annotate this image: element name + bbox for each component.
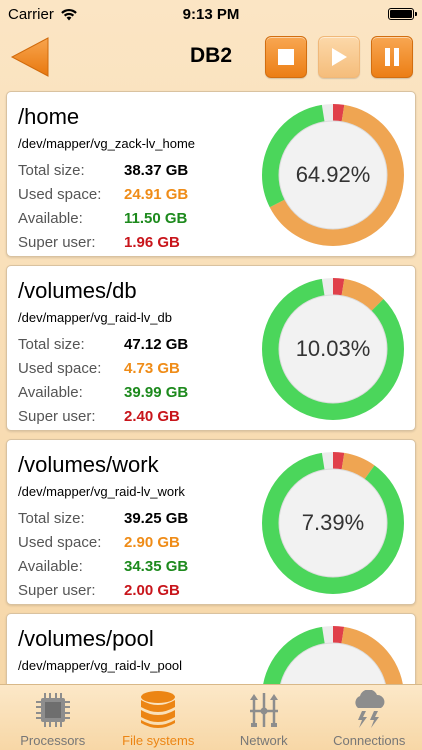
back-button[interactable] — [10, 36, 50, 78]
super-user-space-value: 2.00 GB — [124, 582, 180, 599]
connections-icon — [349, 690, 389, 730]
tab-processors[interactable]: Processors — [0, 685, 106, 750]
device-path: /dev/mapper/vg_raid-lv_work — [18, 484, 185, 499]
processor-icon — [33, 690, 73, 730]
usage-gauge — [260, 624, 406, 684]
filesystem-card[interactable]: /home/dev/mapper/vg_zack-lv_home Total si… — [6, 91, 416, 257]
mount-point: /volumes/pool — [18, 626, 154, 651]
super-user-space-label: Super user: — [18, 582, 96, 599]
used-space-value: 4.73 GB — [124, 360, 180, 377]
total-size-row: Total size: 39.25 GB — [18, 510, 188, 527]
used-space-label: Used space: — [18, 360, 102, 377]
available-space-row: Available: 34.35 GB — [18, 558, 188, 575]
mount-point: /volumes/db — [18, 278, 137, 303]
tab-network-label: Network — [239, 733, 288, 748]
used-space-row: Used space: 4.73 GB — [18, 360, 180, 377]
mount-point: /home — [18, 104, 80, 129]
tab-file-systems[interactable]: File systems — [106, 685, 212, 750]
available-space-row: Available: 39.99 GB — [18, 384, 188, 401]
usage-gauge: 64.92% — [260, 102, 406, 248]
total-size-row: Total size: 47.12 GB — [18, 336, 188, 353]
status-left: Carrier — [8, 6, 78, 23]
play-button[interactable] — [318, 36, 360, 78]
network-icon — [244, 690, 284, 730]
stop-button[interactable] — [265, 36, 307, 78]
usage-gauge: 7.39% — [260, 450, 406, 596]
super-user-space-label: Super user: — [18, 234, 96, 251]
super-user-space-label: Super user: — [18, 408, 96, 425]
total-size-value: 39.25 GB — [124, 510, 189, 527]
super-user-space-value: 1.96 GB — [124, 234, 180, 251]
nav-bar: DB2 — [0, 28, 422, 86]
super-user-space-value: 2.40 GB — [124, 408, 180, 425]
available-space-value: 39.99 GB — [124, 384, 189, 401]
mount-point: /volumes/work — [18, 452, 159, 477]
total-size-value: 47.12 GB — [124, 336, 189, 353]
wifi-icon — [61, 8, 77, 20]
pause-icon — [385, 48, 399, 66]
carrier-label: Carrier — [8, 5, 54, 23]
stop-icon — [278, 49, 294, 65]
back-arrow-icon — [10, 37, 49, 77]
used-space-label: Used space: — [18, 534, 102, 551]
filesystem-card[interactable]: /volumes/db/dev/mapper/vg_raid-lv_db Tota… — [6, 265, 416, 431]
used-space-value: 2.90 GB — [124, 534, 180, 551]
total-size-label: Total size: — [18, 162, 85, 179]
super-user-space-row: Super user: 2.40 GB — [18, 408, 180, 425]
tab-connections-label: Connections — [333, 733, 406, 748]
available-space-label: Available: — [18, 558, 83, 575]
device-path: /dev/mapper/vg_zack-lv_home — [18, 136, 196, 151]
tab-bar: Processors File systems Network Connecti… — [0, 684, 422, 750]
super-user-space-row: Super user: 2.00 GB — [18, 582, 180, 599]
used-space-label: Used space: — [18, 186, 102, 203]
pause-button[interactable] — [371, 36, 413, 78]
used-space-row: Used space: 24.91 GB — [18, 186, 188, 203]
database-icon — [138, 690, 178, 730]
tab-network[interactable]: Network — [211, 685, 317, 750]
total-size-row: Total size: 38.37 GB — [18, 162, 188, 179]
filesystem-card[interactable]: /volumes/pool/dev/mapper/vg_raid-lv_pool… — [6, 613, 416, 684]
tab-connections[interactable]: Connections — [317, 685, 422, 750]
usage-gauge: 10.03% — [260, 276, 406, 422]
super-user-space-row: Super user: 1.96 GB — [18, 234, 180, 251]
available-space-value: 34.35 GB — [124, 558, 189, 575]
filesystem-card[interactable]: /volumes/work/dev/mapper/vg_raid-lv_work… — [6, 439, 416, 605]
total-size-value: 38.37 GB — [124, 162, 189, 179]
total-size-label: Total size: — [18, 510, 85, 527]
total-size-label: Total size: — [18, 336, 85, 353]
available-space-label: Available: — [18, 384, 83, 401]
battery-icon — [388, 8, 417, 20]
filesystem-list[interactable]: /home/dev/mapper/vg_zack-lv_home Total si… — [0, 86, 422, 684]
status-bar: Carrier — [0, 0, 422, 28]
available-space-value: 11.50 GB — [124, 210, 188, 227]
play-icon — [332, 48, 347, 66]
tab-processors-label: Processors — [20, 733, 86, 748]
available-space-label: Available: — [18, 210, 83, 227]
device-path: /dev/mapper/vg_raid-lv_pool — [18, 658, 183, 673]
tab-file-systems-label: File systems — [122, 733, 195, 748]
used-space-row: Used space: 2.90 GB — [18, 534, 180, 551]
device-path: /dev/mapper/vg_raid-lv_db — [18, 310, 172, 325]
available-space-row: Available: 11.50 GB — [18, 210, 187, 227]
used-space-value: 24.91 GB — [124, 186, 189, 203]
